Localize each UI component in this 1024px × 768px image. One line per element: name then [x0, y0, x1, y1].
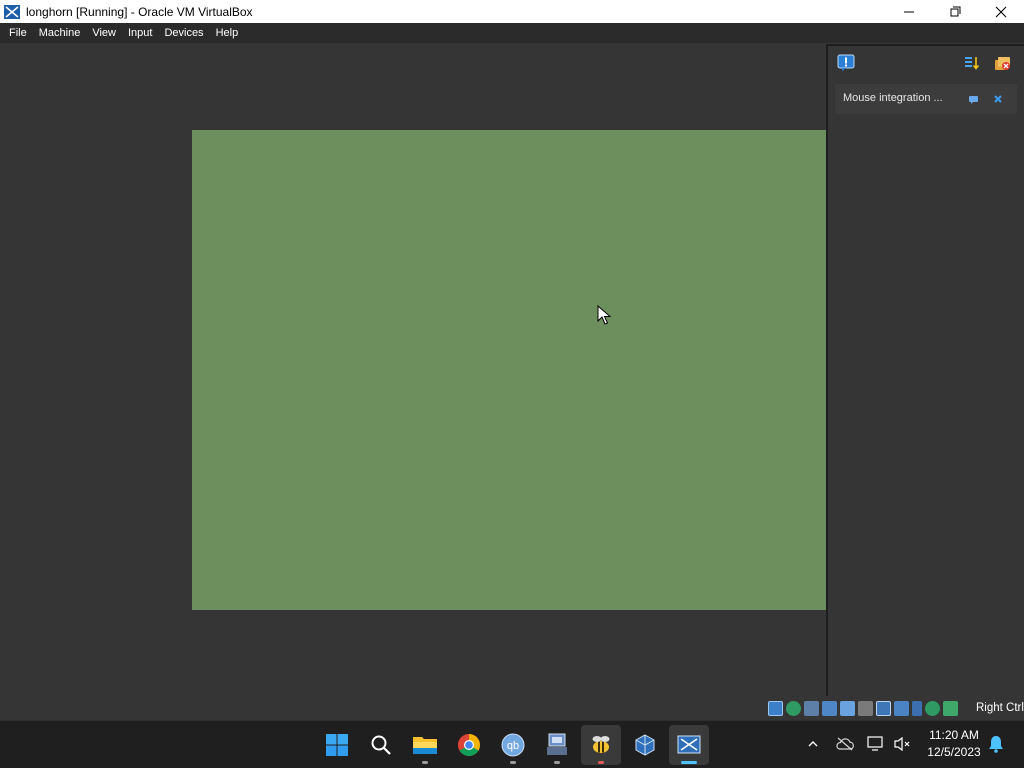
taskbar-start-button[interactable] — [317, 725, 357, 765]
windows-start-icon — [326, 734, 348, 756]
tray-volume[interactable] — [891, 733, 913, 755]
title-bar: longhorn [Running] - Oracle VM VirtualBo… — [0, 0, 1024, 23]
suppress-notification-button[interactable] — [967, 93, 979, 105]
taskbar-virtualbox-manager[interactable] — [625, 725, 665, 765]
close-notification-button[interactable] — [992, 93, 1004, 105]
window-title: longhorn [Running] - Oracle VM VirtualBo… — [26, 4, 253, 19]
maximize-icon — [950, 6, 961, 16]
running-indicator — [510, 761, 516, 764]
audio-icon[interactable] — [804, 701, 819, 716]
clear-all-icon — [995, 57, 1010, 70]
host-key-label: Right Ctrl — [976, 702, 1024, 714]
search-icon — [371, 735, 391, 755]
menu-file[interactable]: File — [3, 23, 33, 43]
qbittorrent-icon: qb — [501, 733, 525, 757]
notification-item[interactable]: Mouse integration ... — [835, 84, 1017, 114]
close-icon — [995, 6, 1007, 17]
virtualization-icon[interactable] — [912, 701, 922, 716]
tray-network[interactable] — [865, 733, 887, 755]
menu-help[interactable]: Help — [210, 23, 245, 43]
sort-icon — [965, 57, 980, 70]
taskbar-file-explorer[interactable] — [405, 725, 445, 765]
file-explorer-icon — [413, 737, 437, 754]
running-indicator — [554, 761, 560, 764]
vm-tool-icon — [547, 733, 567, 755]
display-icon[interactable] — [876, 701, 891, 716]
notification-center-header — [828, 46, 1024, 78]
virtualbox-icon — [4, 4, 20, 19]
close-icon — [994, 95, 1002, 103]
notification-center-panel: Mouse integration ... — [826, 44, 1024, 696]
vm-display-area[interactable]: Mouse integration ... — [0, 43, 1024, 698]
taskbar-qbittorrent[interactable]: qb — [493, 725, 533, 765]
virtualbox-vm-icon — [677, 735, 701, 754]
active-indicator — [681, 761, 697, 764]
chrome-icon — [458, 734, 480, 756]
notification-center-toggle-button[interactable] — [836, 53, 856, 73]
taskbar-bee-app[interactable] — [581, 725, 621, 765]
mouse-integration-icon[interactable] — [943, 701, 958, 716]
tray-notifications[interactable] — [985, 733, 1007, 755]
tray-overflow-button[interactable] — [802, 733, 824, 755]
shared-folders-icon[interactable] — [858, 701, 873, 716]
recording-icon[interactable] — [894, 701, 909, 716]
tray-onedrive[interactable] — [834, 733, 856, 755]
menu-devices[interactable]: Devices — [158, 23, 209, 43]
menu-input[interactable]: Input — [122, 23, 158, 43]
menu-bar: File Machine View Input Devices Help — [0, 23, 1024, 43]
status-indicators — [768, 701, 958, 717]
clear-all-button[interactable] — [993, 53, 1013, 73]
guest-additions-icon[interactable] — [925, 701, 940, 716]
bell-icon — [989, 736, 1003, 753]
tree-wallpaper — [192, 130, 826, 610]
maximize-button[interactable] — [932, 0, 978, 23]
menu-view[interactable]: View — [86, 23, 122, 43]
vm-screen[interactable] — [192, 130, 826, 610]
suppress-icon — [968, 95, 978, 104]
clock-time: 11:20 AM — [929, 728, 979, 742]
taskbar-vm-tool[interactable] — [537, 725, 577, 765]
windows-taskbar: qb 11:20 AM 12/5/2023 — [0, 720, 1024, 768]
vm-status-bar: Right Ctrl — [0, 698, 1024, 720]
running-indicator — [598, 761, 604, 764]
notification-label: Mouse integration ... — [843, 92, 943, 104]
usb-icon[interactable] — [840, 701, 855, 716]
hard-disk-icon[interactable] — [768, 701, 783, 716]
network-icon[interactable] — [822, 701, 837, 716]
notification-center-icon — [837, 54, 855, 71]
network-monitor-icon — [867, 736, 883, 751]
window-controls — [886, 0, 1024, 23]
clock-date: 12/5/2023 — [927, 745, 981, 759]
mouse-cursor-icon — [597, 305, 611, 325]
taskbar-chrome[interactable] — [449, 725, 489, 765]
chevron-up-icon — [808, 741, 818, 747]
minimize-icon — [904, 11, 914, 12]
running-indicator — [422, 761, 428, 764]
taskbar-clock[interactable]: 11:20 AM 12/5/2023 — [918, 727, 990, 761]
sort-button[interactable] — [962, 53, 982, 73]
bee-app-icon — [592, 736, 610, 753]
svg-text:qb: qb — [507, 740, 519, 752]
optical-drive-icon[interactable] — [786, 701, 801, 716]
close-button[interactable] — [978, 0, 1024, 23]
virtualbox-manager-icon — [635, 734, 655, 756]
menu-machine[interactable]: Machine — [33, 23, 87, 43]
volume-muted-icon — [894, 736, 910, 752]
taskbar-search-button[interactable] — [361, 725, 401, 765]
minimize-button[interactable] — [886, 0, 932, 23]
taskbar-virtualbox-vm-window[interactable] — [669, 725, 709, 765]
onedrive-icon — [836, 737, 854, 751]
